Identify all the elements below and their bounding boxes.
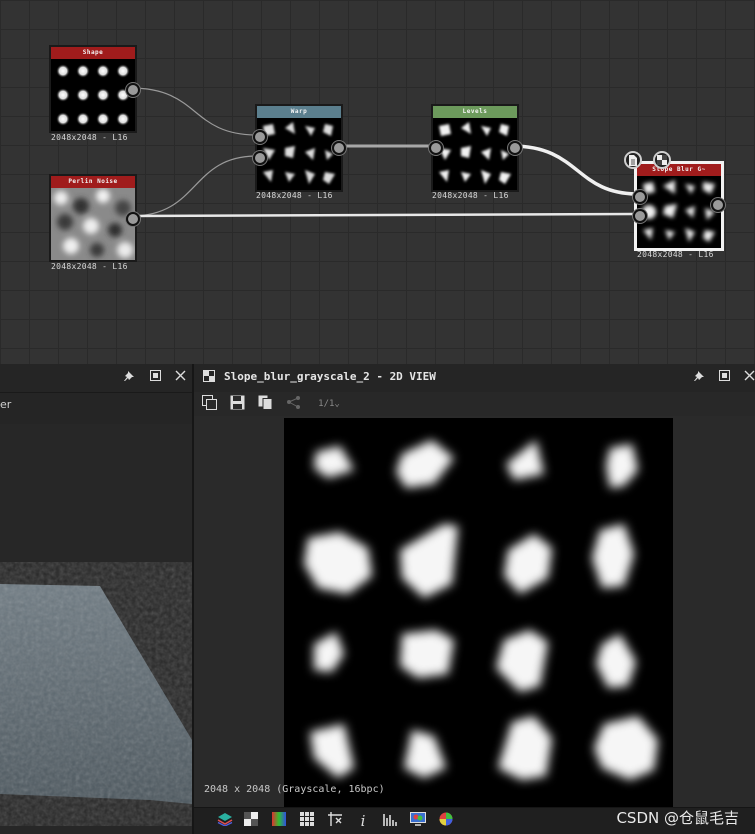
warp-input-port-2[interactable] bbox=[253, 151, 267, 165]
wire-perlin-to-slopeblur bbox=[130, 212, 639, 218]
document-icon[interactable] bbox=[624, 151, 642, 169]
2d-view-icon bbox=[201, 370, 217, 386]
slope-blur-node[interactable]: Slope Blur G~ bbox=[633, 161, 725, 251]
maximize-icon[interactable] bbox=[147, 370, 163, 386]
node-graph-canvas[interactable]: Shape 2048x2048 - L16 Perlin Noise 2048x… bbox=[0, 0, 755, 364]
warp-thumbnail bbox=[257, 118, 341, 190]
shape-resolution: 2048x2048 - L16 bbox=[51, 133, 128, 142]
warp-input-port-1[interactable] bbox=[253, 130, 267, 144]
slope-blur-input-port-2[interactable] bbox=[633, 209, 647, 223]
2d-view-title: Slope_blur_grayscale_2 - 2D VIEW bbox=[224, 370, 436, 383]
pin-icon[interactable] bbox=[692, 370, 708, 386]
levels-thumbnail bbox=[433, 118, 517, 190]
wire-shape-to-warp bbox=[130, 87, 258, 136]
slope-blur-resolution: 2048x2048 - L16 bbox=[637, 250, 714, 259]
watermark-text: CSDN @仓鼠毛吉 bbox=[616, 809, 739, 827]
tiling-icon[interactable] bbox=[326, 812, 344, 830]
slope-blur-output-image bbox=[284, 418, 673, 808]
maximize-icon[interactable] bbox=[716, 370, 732, 386]
node-title: Slope Blur G~ bbox=[637, 164, 721, 176]
2d-view-toolbar: 1/1⌄ bbox=[194, 392, 755, 416]
2d-view-titlebar: Slope_blur_grayscale_2 - 2D VIEW bbox=[194, 364, 755, 393]
fit-view-icon[interactable] bbox=[200, 395, 218, 413]
node-title: Warp bbox=[257, 106, 341, 118]
left-panel-titlebar bbox=[0, 364, 192, 393]
left-panel-label: er bbox=[0, 398, 12, 411]
grid-icon[interactable] bbox=[298, 812, 316, 830]
wire-levels-to-slopeblur bbox=[511, 144, 639, 196]
close-icon[interactable] bbox=[172, 370, 188, 386]
node-title: Perlin Noise bbox=[51, 176, 135, 188]
node-title: Levels bbox=[433, 106, 517, 118]
2d-view-panel: Slope_blur_grayscale_2 - 2D VIEW 1/1⌄ 20… bbox=[194, 364, 755, 834]
color-wheel-icon[interactable] bbox=[437, 812, 455, 830]
levels-input-port[interactable] bbox=[429, 141, 443, 155]
color-channels-icon[interactable] bbox=[270, 812, 288, 830]
layers-icon[interactable] bbox=[216, 812, 234, 830]
zoom-select[interactable]: 1/1⌄ bbox=[314, 395, 344, 413]
slope-blur-input-port-1[interactable] bbox=[633, 190, 647, 204]
slope-blur-thumbnail bbox=[637, 176, 721, 248]
info-icon[interactable]: i bbox=[354, 812, 372, 830]
close-icon[interactable] bbox=[741, 370, 755, 386]
slope-blur-output-port[interactable] bbox=[711, 198, 725, 212]
3d-viewport[interactable] bbox=[0, 424, 192, 834]
image-info: 2048 x 2048 (Grayscale, 16bpc) bbox=[204, 784, 385, 795]
histogram-icon[interactable] bbox=[381, 812, 399, 830]
zoom-select-value: 1/1 bbox=[318, 399, 335, 409]
levels-output-port[interactable] bbox=[508, 141, 522, 155]
shape-node[interactable]: Shape bbox=[49, 45, 140, 133]
save-icon[interactable] bbox=[228, 395, 246, 413]
checker-icon[interactable] bbox=[242, 812, 260, 830]
display-icon[interactable] bbox=[409, 812, 427, 830]
perlin-thumbnail bbox=[51, 188, 135, 260]
levels-resolution: 2048x2048 - L16 bbox=[432, 191, 509, 200]
perlin-resolution: 2048x2048 - L16 bbox=[51, 262, 128, 271]
wire-perlin-to-warp bbox=[130, 155, 258, 217]
2d-texture-viewport[interactable] bbox=[284, 418, 673, 808]
warp-resolution: 2048x2048 - L16 bbox=[256, 191, 333, 200]
pin-icon[interactable] bbox=[122, 370, 138, 386]
checker-preview-icon[interactable] bbox=[653, 151, 671, 169]
3d-view-panel: er bbox=[0, 364, 194, 834]
chevron-down-icon: ⌄ bbox=[334, 399, 340, 409]
warp-output-port[interactable] bbox=[332, 141, 346, 155]
node-title: Shape bbox=[51, 47, 135, 59]
shape-output-port[interactable] bbox=[126, 83, 140, 97]
perlin-output-port[interactable] bbox=[126, 212, 140, 226]
perlin-noise-node[interactable]: Perlin Noise bbox=[49, 174, 140, 262]
warp-node[interactable]: Warp bbox=[253, 104, 346, 192]
shape-thumbnail bbox=[51, 59, 135, 131]
levels-node[interactable]: Levels bbox=[429, 104, 522, 192]
copy-icon[interactable] bbox=[256, 395, 274, 413]
share-icon bbox=[284, 395, 302, 413]
2d-view-statusbar: i CSDN @仓鼠毛吉 bbox=[194, 807, 755, 834]
